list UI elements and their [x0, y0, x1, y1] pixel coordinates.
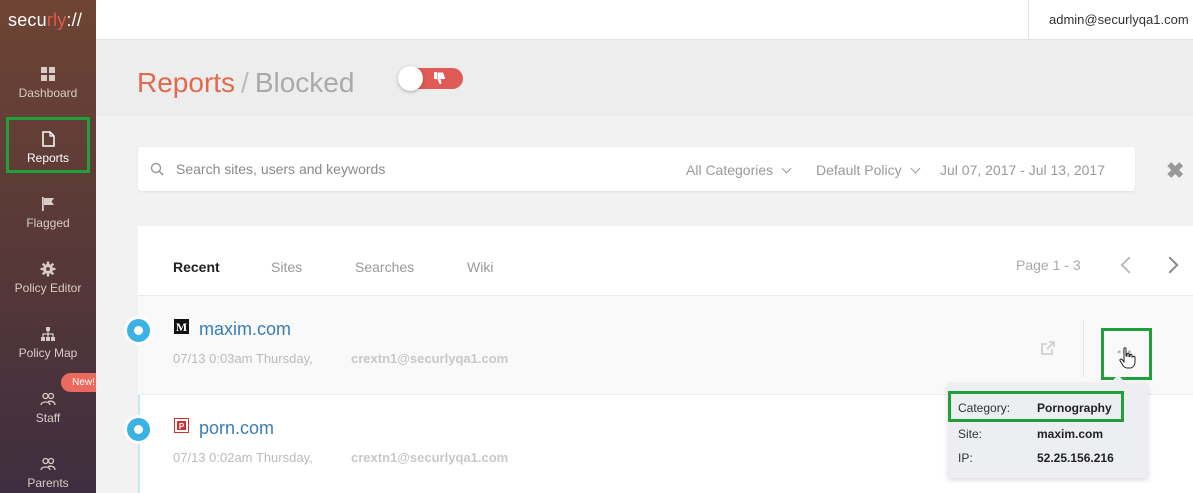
chevron-down-icon [781, 163, 792, 174]
search-filter-bar: All Categories Default Policy Jul 07, 20… [138, 147, 1135, 191]
entry-user[interactable]: crextn1@securlyqa1.com [351, 450, 508, 465]
entry-timestamp: 07/13 0:03am Thursday, [173, 351, 313, 366]
globe-icon [124, 415, 153, 444]
more-options-button[interactable]: ••• [1101, 328, 1152, 380]
sidebar-item-flagged[interactable]: Flagged [0, 188, 96, 248]
site-link[interactable]: porn.com [199, 418, 274, 439]
previous-page-button[interactable] [1120, 256, 1138, 274]
sidebar-item-dashboard[interactable]: Dashboard [0, 58, 96, 118]
globe-icon [124, 316, 153, 345]
sidebar-item-label: Policy Editor [14, 281, 82, 295]
popover-ip-label: IP: [958, 451, 973, 465]
divider [1028, 0, 1029, 40]
policy-dropdown[interactable]: Default Policy [816, 162, 921, 178]
sidebar-item-staff[interactable]: Staff [0, 383, 96, 443]
policy-dropdown-label: Default Policy [816, 162, 902, 178]
category-dropdown-label: All Categories [686, 162, 774, 178]
dashboard-grid-icon [41, 67, 55, 81]
tab-recent[interactable]: Recent [173, 259, 220, 275]
entry-meta: 07/13 0:02am Thursday, crextn1@securlyqa… [173, 450, 508, 465]
page-indicator: Page 1 - 3 [1016, 257, 1081, 273]
page-header: Reports / Blocked [96, 41, 1193, 116]
divider [1083, 320, 1084, 377]
list-item[interactable]: M maxim.com 07/13 0:03am Thursday, crext… [124, 296, 1193, 395]
svg-text:P: P [179, 422, 185, 431]
flag-icon [42, 197, 54, 211]
tab-wiki[interactable]: Wiki [467, 259, 493, 275]
chevron-down-icon [910, 163, 921, 174]
thumbs-down-icon [434, 72, 445, 85]
category-dropdown[interactable]: All Categories [686, 162, 792, 178]
popover-site-label: Site: [958, 427, 983, 441]
external-link-icon[interactable] [1040, 340, 1056, 356]
search-icon [150, 162, 164, 176]
hand-cursor-icon [1119, 347, 1136, 369]
search-input[interactable] [176, 156, 656, 182]
sidebar-item-policy-editor[interactable]: Policy Editor [0, 253, 96, 313]
securly-logo[interactable]: securly:// [0, 0, 96, 40]
sidebar-item-label: Staff [35, 411, 61, 425]
page-subtitle: Blocked [254, 67, 355, 98]
sidebar-item-label: Policy Map [18, 346, 78, 360]
next-page-button[interactable] [1161, 256, 1179, 274]
page-title-main: Reports [137, 67, 236, 98]
popover-site-value: maxim.com [1037, 427, 1104, 441]
logo-suffix: :// [66, 10, 83, 30]
sitemap-icon [41, 327, 55, 341]
user-account-menu[interactable]: admin@securlyqa1.com [1049, 12, 1189, 27]
porn-p-icon: P [174, 418, 189, 433]
reports-highlight-box [6, 117, 90, 173]
page-title: Reports / Blocked [137, 67, 354, 99]
logo-prefix: secu [8, 10, 47, 30]
tab-sites[interactable]: Sites [271, 259, 302, 275]
category-highlight-box [948, 391, 1124, 422]
date-range-picker[interactable]: Jul 07, 2017 - Jul 13, 2017 [940, 162, 1105, 178]
sidebar: securly:// Dashboard Reports Flagged Pol… [0, 0, 106, 493]
entry-meta: 07/13 0:03am Thursday, crextn1@securlyqa… [173, 351, 508, 366]
users-icon [40, 392, 56, 406]
toggle-knob [398, 66, 423, 91]
svg-text:M: M [176, 320, 187, 334]
sidebar-item-parents[interactable]: Parents [0, 448, 96, 493]
gear-icon [40, 261, 56, 277]
site-details-popover: Category: Pornography Site: maxim.com IP… [948, 375, 1148, 478]
logo-accent: rly [46, 10, 67, 30]
tab-bar: Recent Sites Searches Wiki Page 1 - 3 [138, 226, 1193, 296]
close-icon[interactable]: ✖ [1166, 160, 1184, 182]
entry-timestamp: 07/13 0:02am Thursday, [173, 450, 313, 465]
sidebar-item-policy-map[interactable]: Policy Map [0, 318, 96, 378]
sidebar-item-label: Parents [27, 476, 69, 490]
sidebar-item-label: Dashboard [18, 86, 78, 100]
users-icon [40, 457, 56, 471]
site-link[interactable]: maxim.com [199, 319, 291, 340]
blocked-toggle[interactable] [398, 66, 463, 91]
sidebar-item-label: Flagged [26, 216, 70, 230]
entry-user[interactable]: crextn1@securlyqa1.com [351, 351, 508, 366]
top-bar: admin@securlyqa1.com [96, 0, 1193, 40]
popover-ip-value: 52.25.156.216 [1037, 451, 1114, 465]
maxim-m-icon: M [174, 319, 189, 334]
tab-searches[interactable]: Searches [355, 259, 414, 275]
breadcrumb-separator: / [241, 67, 249, 98]
